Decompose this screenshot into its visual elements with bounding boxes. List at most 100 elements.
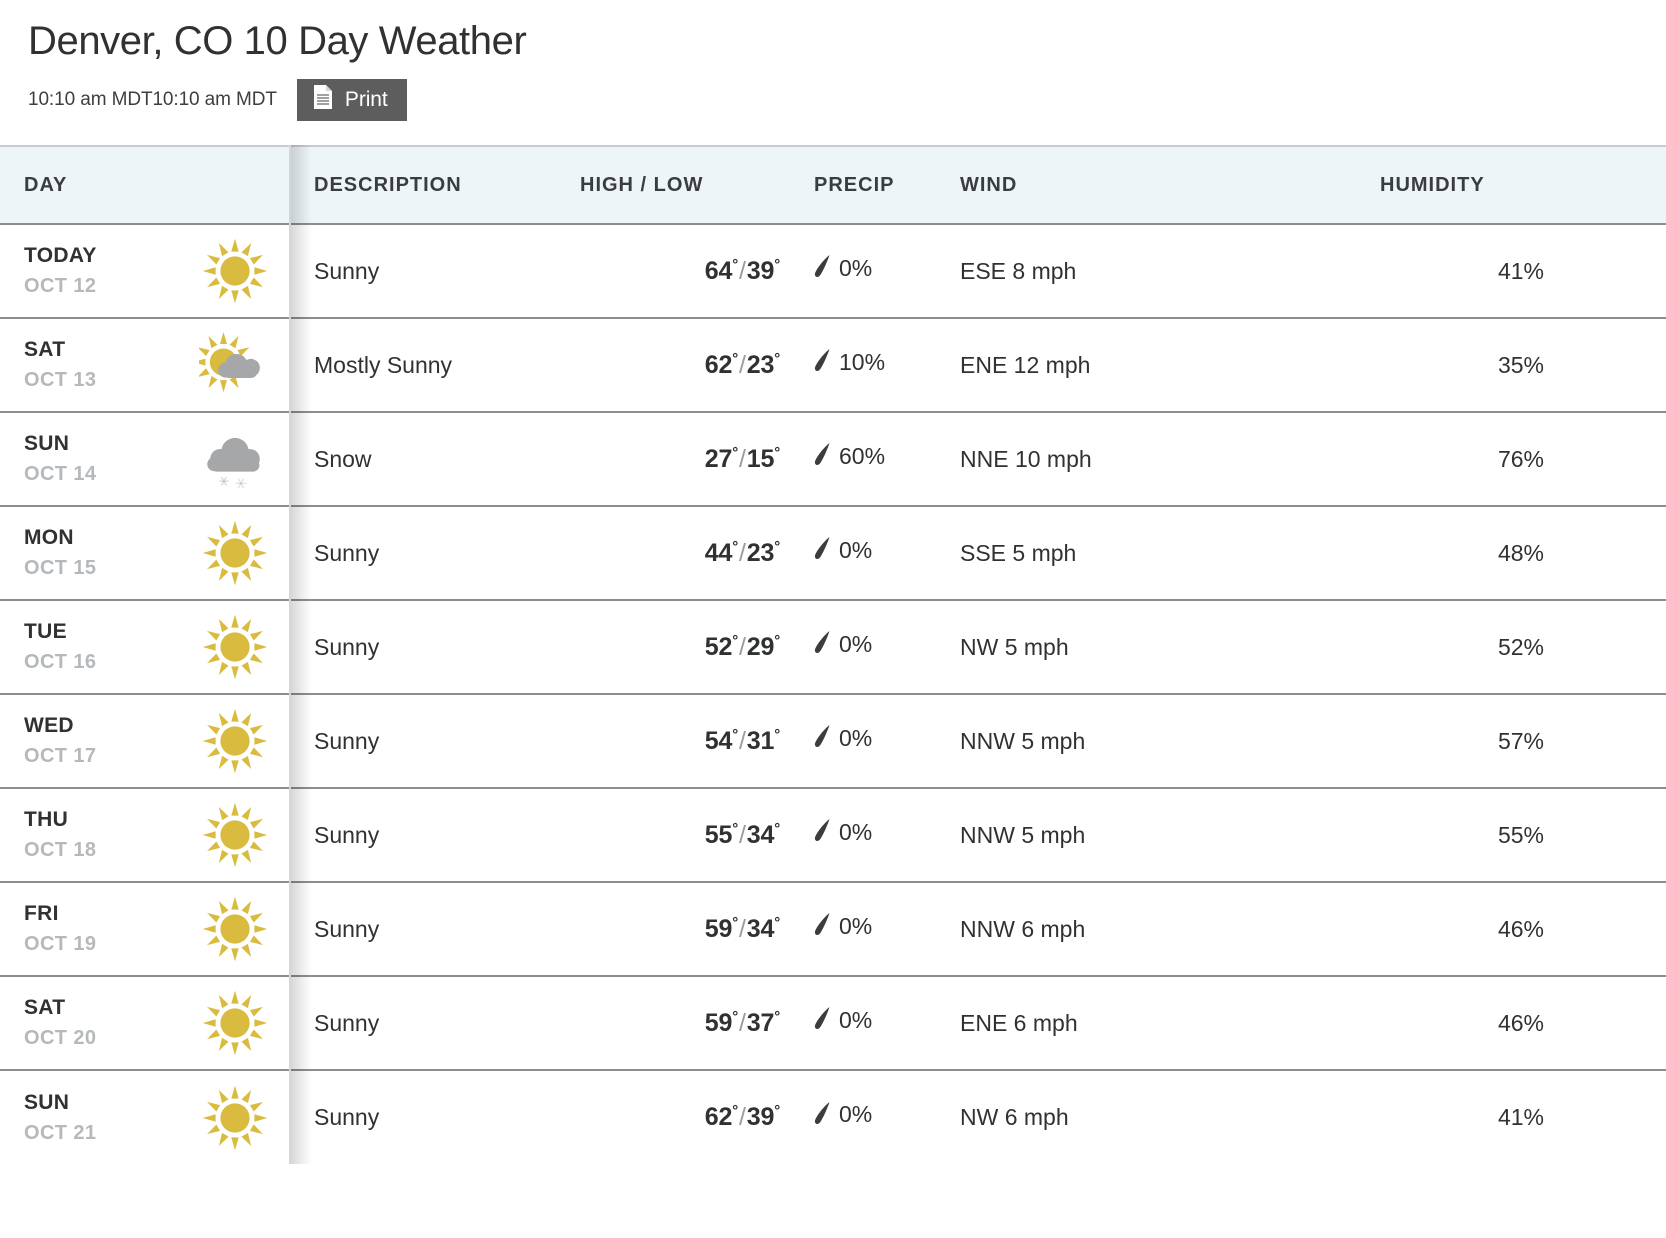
timestamp-label: 10:10 am MDT10:10 am MDT — [28, 89, 277, 111]
temp-high: 44 — [704, 538, 733, 567]
precip-value: 0% — [839, 818, 873, 845]
precip-value: 0% — [839, 724, 873, 751]
day-date: OCT 16 — [24, 651, 97, 674]
raindrop-icon — [814, 629, 832, 659]
cell-description: Sunny — [290, 976, 580, 1072]
raindrop-icon — [814, 1100, 832, 1130]
cell-day: THU OCT 18 — [0, 788, 290, 884]
cell-high-low: 59°/37° — [580, 976, 780, 1072]
cell-humidity: 41% — [1380, 224, 1666, 320]
cell-day: TUE OCT 16 — [0, 600, 290, 696]
degree-symbol-low: ° — [774, 444, 780, 462]
cell-description: Sunny — [290, 1070, 580, 1165]
day-name: TUE — [24, 620, 67, 644]
cell-high-low: 62°/39° — [580, 1070, 780, 1165]
table-row[interactable]: TUE OCT 16 Sunny 52°/29° 0% NW 5 mph 52% — [0, 600, 1666, 696]
cell-precip: 0% — [780, 976, 930, 1072]
degree-symbol-low: ° — [774, 914, 780, 932]
precip-value: 0% — [839, 1006, 873, 1033]
cell-day: TODAY OCT 12 — [0, 224, 290, 320]
raindrop-icon — [814, 911, 832, 941]
temp-separator: / — [739, 632, 746, 661]
table-row[interactable]: FRI OCT 19 Sunny 59°/34° 0% NNW 6 mph 46… — [0, 882, 1666, 978]
cell-humidity: 35% — [1380, 318, 1666, 414]
column-header-day[interactable]: DAY — [0, 145, 290, 226]
cell-high-low: 64°/39° — [580, 224, 780, 320]
degree-symbol-low: ° — [774, 726, 780, 744]
temp-low: 15 — [746, 444, 775, 473]
column-header-precip[interactable]: PRECIP — [780, 145, 930, 226]
column-header-description[interactable]: DESCRIPTION — [290, 145, 580, 226]
cell-humidity: 48% — [1380, 506, 1666, 602]
table-row[interactable]: SUN OCT 14 Snow 27°/15° 60% NNE 10 mph 7… — [0, 412, 1666, 508]
cell-humidity: 76% — [1380, 412, 1666, 508]
cell-wind: NNE 10 mph — [930, 412, 1380, 508]
cell-humidity: 46% — [1380, 976, 1666, 1072]
temperature-high-low: 44°/23° — [705, 539, 780, 567]
temp-low: 34 — [746, 914, 775, 943]
cell-day: SUN OCT 14 — [0, 412, 290, 508]
temp-separator: / — [739, 1103, 746, 1132]
raindrop-icon — [814, 1005, 832, 1035]
sunny-icon — [198, 895, 272, 963]
table-row[interactable]: THU OCT 18 Sunny 55°/34° 0% NNW 5 mph 55… — [0, 788, 1666, 884]
temperature-high-low: 55°/34° — [705, 821, 780, 849]
sunny-icon — [198, 237, 272, 305]
partly-cloudy-icon — [198, 329, 272, 401]
column-header-humidity[interactable]: HUMIDITY — [1380, 145, 1666, 226]
cell-humidity: 57% — [1380, 694, 1666, 790]
forecast-table-body: TODAY OCT 12 Sunny 64°/39° 0% ESE 8 mph … — [0, 224, 1666, 1165]
cell-high-low: 27°/15° — [580, 412, 780, 508]
cell-wind: NW 6 mph — [930, 1070, 1380, 1165]
degree-symbol-low: ° — [774, 350, 780, 368]
cell-high-low: 54°/31° — [580, 694, 780, 790]
temp-low: 31 — [746, 726, 775, 755]
temp-low: 39 — [746, 256, 775, 285]
sunny-icon — [198, 613, 272, 681]
temperature-high-low: 54°/31° — [705, 727, 780, 755]
cell-wind: NNW 5 mph — [930, 788, 1380, 884]
table-row[interactable]: TODAY OCT 12 Sunny 64°/39° 0% ESE 8 mph … — [0, 224, 1666, 320]
temperature-high-low: 52°/29° — [705, 633, 780, 661]
page-title: Denver, CO 10 Day Weather — [28, 19, 527, 63]
table-row[interactable]: WED OCT 17 Sunny 54°/31° 0% NNW 5 mph 57… — [0, 694, 1666, 790]
print-button[interactable]: Print — [296, 79, 407, 122]
column-header-wind[interactable]: WIND — [930, 145, 1380, 226]
day-name: SAT — [24, 338, 66, 362]
sunny-icon — [198, 707, 272, 775]
day-name: MON — [24, 526, 74, 550]
cell-precip: 0% — [780, 788, 930, 884]
day-date: OCT 19 — [24, 933, 97, 956]
sunny-icon — [198, 801, 272, 869]
raindrop-icon — [814, 535, 832, 565]
sunny-icon — [198, 1084, 272, 1152]
cell-precip: 0% — [780, 600, 930, 696]
cell-high-low: 62°/23° — [580, 318, 780, 414]
column-header-high-low[interactable]: HIGH / LOW — [580, 145, 780, 226]
cell-wind: NNW 5 mph — [930, 694, 1380, 790]
cell-high-low: 55°/34° — [580, 788, 780, 884]
temp-low: 23 — [746, 538, 775, 567]
temp-separator: / — [739, 538, 746, 567]
day-date: OCT 13 — [24, 369, 97, 392]
temp-high: 62 — [704, 1103, 733, 1132]
cell-high-low: 52°/29° — [580, 600, 780, 696]
precip-value: 60% — [839, 442, 886, 469]
temp-high: 59 — [704, 1008, 733, 1037]
temp-separator: / — [739, 1008, 746, 1037]
cell-wind: ENE 12 mph — [930, 318, 1380, 414]
day-date: OCT 20 — [24, 1027, 97, 1050]
day-name: TODAY — [24, 244, 97, 268]
cell-day: WED OCT 17 — [0, 694, 290, 790]
cell-precip: 0% — [780, 224, 930, 320]
table-row[interactable]: SAT OCT 13 Mostly Sunny 62°/23° 10% ENE … — [0, 318, 1666, 414]
table-row[interactable]: SUN OCT 21 Sunny 62°/39° 0% NW 6 mph 41% — [0, 1070, 1666, 1165]
temp-low: 39 — [746, 1103, 775, 1132]
cell-description: Sunny — [290, 224, 580, 320]
temp-separator: / — [739, 726, 746, 755]
degree-symbol-low: ° — [774, 1008, 780, 1026]
cell-description: Sunny — [290, 506, 580, 602]
page-header: Denver, CO 10 Day Weather 10:10 am MDT10… — [0, 0, 1666, 122]
table-row[interactable]: MON OCT 15 Sunny 44°/23° 0% SSE 5 mph 48… — [0, 506, 1666, 602]
table-row[interactable]: SAT OCT 20 Sunny 59°/37° 0% ENE 6 mph 46… — [0, 976, 1666, 1072]
